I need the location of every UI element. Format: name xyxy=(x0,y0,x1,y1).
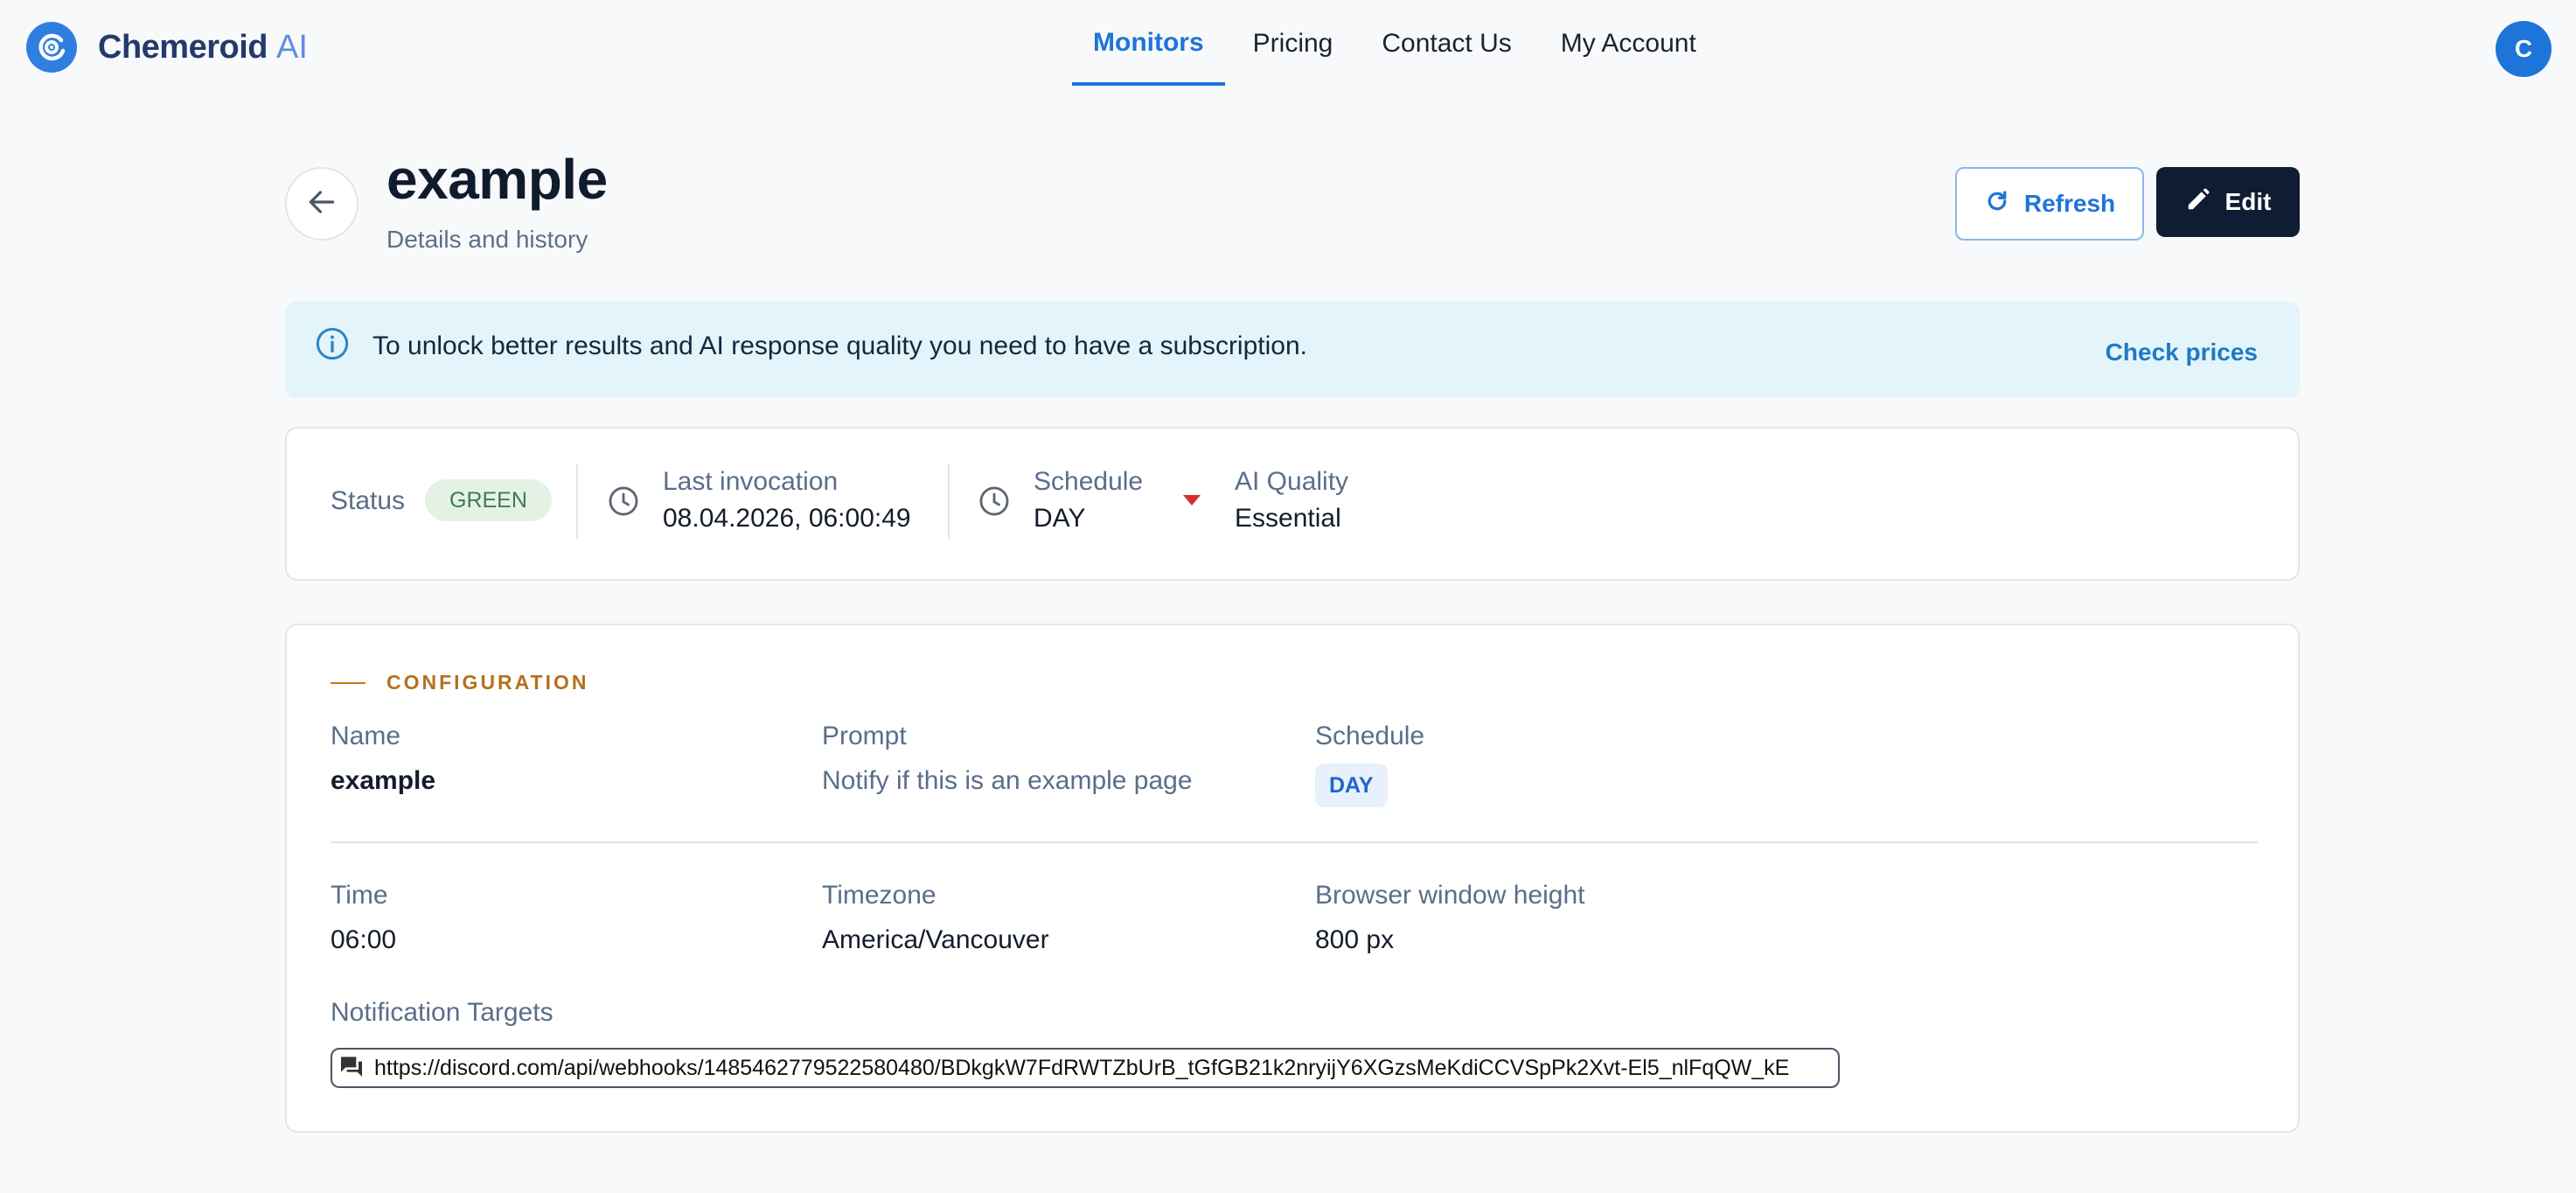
configuration-card: CONFIGURATION Name example Prompt Notify… xyxy=(285,624,2300,1133)
check-prices-link[interactable]: Check prices xyxy=(2106,338,2258,366)
refresh-icon xyxy=(1984,188,2010,220)
status-card: Status GREEN Last invocation 08.04.2026,… xyxy=(285,427,2300,581)
page-title: example xyxy=(386,148,608,211)
schedule-label: Schedule xyxy=(1315,722,1425,750)
divider xyxy=(948,464,950,539)
chat-icon xyxy=(338,1052,366,1085)
edit-button[interactable]: Edit xyxy=(2156,167,2300,237)
caret-down-icon[interactable] xyxy=(1183,495,1201,506)
status-label: Status xyxy=(331,486,406,515)
timezone-label: Timezone xyxy=(822,881,936,910)
nav-monitors[interactable]: Monitors xyxy=(1072,0,1225,86)
banner-text: To unlock better results and AI response… xyxy=(372,331,1307,360)
back-button[interactable] xyxy=(285,167,359,241)
schedule-chip: DAY xyxy=(1315,764,1388,807)
notification-targets-label: Notification Targets xyxy=(331,998,553,1027)
brand-suffix: AI xyxy=(275,28,308,66)
schedule-value: DAY xyxy=(1034,504,1086,533)
last-invocation-label: Last invocation xyxy=(663,467,839,496)
name-value: example xyxy=(331,766,436,795)
prompt-value: Notify if this is an example page xyxy=(822,766,1193,795)
divider xyxy=(331,841,2258,843)
refresh-label: Refresh xyxy=(2023,190,2116,217)
clock-icon xyxy=(607,485,640,522)
clock-icon xyxy=(978,485,1011,522)
refresh-button[interactable]: Refresh xyxy=(1955,167,2144,241)
last-invocation-value: 08.04.2026, 06:00:49 xyxy=(663,504,911,533)
brand-name: Chemeroid xyxy=(98,28,268,66)
info-icon xyxy=(315,326,350,366)
notification-target-chip[interactable]: https://discord.com/api/webhooks/1485462… xyxy=(331,1048,1840,1088)
ai-quality-label: AI Quality xyxy=(1235,467,1349,496)
nav-pricing[interactable]: Pricing xyxy=(1232,0,1354,87)
status-badge: GREEN xyxy=(425,479,552,521)
section-header: CONFIGURATION xyxy=(331,671,589,694)
section-line xyxy=(331,681,366,684)
nav-contact-us[interactable]: Contact Us xyxy=(1361,0,1532,87)
browser-height-value: 800 px xyxy=(1315,925,1395,954)
schedule-label: Schedule xyxy=(1034,467,1144,496)
ai-quality-value: Essential xyxy=(1235,504,1341,533)
avatar[interactable]: C xyxy=(2496,21,2552,77)
brand[interactable]: Chemeroid AI xyxy=(26,22,308,73)
subscription-banner: To unlock better results and AI response… xyxy=(285,302,2300,398)
logo-icon xyxy=(26,22,77,73)
arrow-left-icon xyxy=(305,185,338,223)
time-value: 06:00 xyxy=(331,925,397,954)
edit-label: Edit xyxy=(2224,188,2272,215)
browser-height-label: Browser window height xyxy=(1315,881,1585,910)
notification-target-url: https://discord.com/api/webhooks/1485462… xyxy=(374,1055,1790,1080)
name-label: Name xyxy=(331,722,401,750)
page-subtitle: Details and history xyxy=(386,226,588,253)
timezone-value: America/Vancouver xyxy=(822,925,1049,954)
divider xyxy=(576,464,578,539)
section-title: CONFIGURATION xyxy=(386,671,589,694)
top-bar: Chemeroid AI Monitors Pricing Contact Us… xyxy=(0,0,2576,96)
main-nav: Monitors Pricing Contact Us My Account xyxy=(1072,0,1717,87)
pencil-icon xyxy=(2185,186,2211,219)
nav-my-account[interactable]: My Account xyxy=(1540,0,1717,87)
prompt-label: Prompt xyxy=(822,722,907,750)
time-label: Time xyxy=(331,881,388,910)
